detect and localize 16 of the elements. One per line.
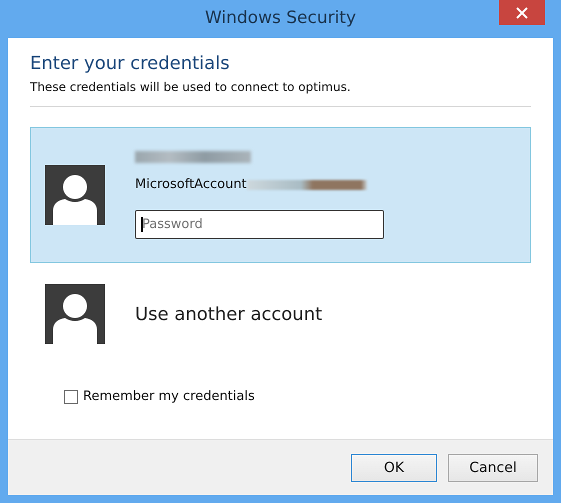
user-avatar-icon bbox=[45, 165, 105, 225]
account-tile[interactable]: Use another account bbox=[30, 263, 531, 365]
checkbox-label: Remember my credentials bbox=[83, 389, 255, 404]
account-name: MicrosoftAccount bbox=[135, 177, 247, 192]
password-field[interactable]: Password bbox=[135, 210, 384, 239]
dialog-heading: Enter your credentials bbox=[30, 53, 231, 74]
dialog-subtitle: These credentials will be used to connect to optimus. bbox=[30, 80, 352, 94]
dialog-button[interactable]: Cancel bbox=[448, 454, 538, 482]
close-button[interactable] bbox=[499, 0, 545, 25]
account-label: Use another account bbox=[135, 304, 322, 324]
close-icon bbox=[516, 6, 528, 18]
dialog-button[interactable]: OK bbox=[351, 454, 437, 482]
account-tile[interactable]: MicrosoftAccount Password bbox=[30, 127, 531, 263]
remember-checkbox[interactable] bbox=[64, 390, 78, 404]
user-avatar-icon bbox=[45, 284, 105, 344]
window-title: Windows Security bbox=[204, 8, 356, 28]
